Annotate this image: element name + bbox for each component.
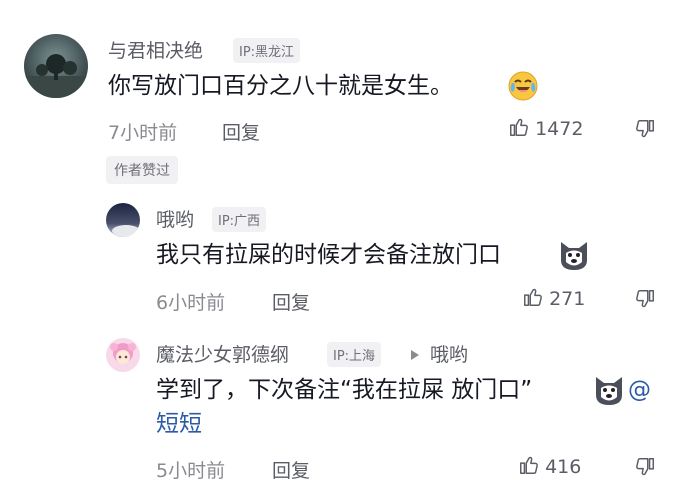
husky-dog-emoji — [557, 238, 591, 272]
avatar[interactable] — [24, 34, 88, 98]
like-count: 1472 — [535, 118, 584, 140]
crying-laughing-emoji — [507, 70, 539, 102]
thumb-down-icon — [634, 118, 656, 144]
comment-text-body: 你写放门口百分之八十就是女生。 — [108, 73, 453, 99]
reply-button[interactable]: 回复 — [222, 118, 260, 145]
thumb-down-icon — [634, 456, 656, 482]
comment-text: 学到了，下次备注“我在拉屎 放门口” — [156, 377, 533, 403]
like-button[interactable]: 1472 — [508, 116, 583, 142]
dislike-button[interactable] — [634, 118, 656, 144]
timestamp: 6小时前 — [156, 292, 226, 314]
like-count: 416 — [545, 456, 582, 478]
like-count: 271 — [549, 288, 586, 310]
username[interactable]: 魔法少女郭德纲 — [156, 340, 289, 367]
timestamp: 5小时前 — [156, 460, 226, 482]
thumb-up-icon — [522, 286, 544, 312]
thumb-up-icon — [508, 116, 530, 142]
avatar[interactable] — [106, 338, 140, 372]
dislike-button[interactable] — [634, 288, 656, 314]
comment-text: 你写放门口百分之八十就是女生。 — [108, 70, 453, 102]
husky-dog-emoji — [592, 373, 626, 407]
reply-button[interactable]: 回复 — [272, 456, 310, 483]
ip-location-tag: IP:上海 — [327, 342, 382, 367]
like-button[interactable]: 271 — [522, 286, 585, 312]
dislike-button[interactable] — [634, 456, 656, 482]
username[interactable]: 与君相决绝 — [108, 36, 203, 63]
reply-button[interactable]: 回复 — [272, 288, 310, 315]
reply-to-username[interactable]: 哦哟 — [430, 340, 468, 367]
timestamp: 7小时前 — [108, 122, 178, 144]
ip-location-tag: IP:广西 — [212, 207, 267, 232]
mention-at[interactable]: @ — [628, 374, 651, 406]
author-liked-tag: 作者赞过 — [106, 156, 178, 184]
reply-arrow-icon — [410, 346, 420, 365]
avatar[interactable] — [106, 203, 140, 237]
thumb-up-icon — [518, 454, 540, 480]
ip-location-tag: IP:黑龙江 — [233, 38, 301, 63]
comment-text: 我只有拉屎的时候才会备注放门口 — [156, 242, 501, 268]
like-button[interactable]: 416 — [518, 454, 581, 480]
username[interactable]: 哦哟 — [156, 205, 194, 232]
mention-link[interactable]: 短短 — [156, 408, 202, 440]
thumb-down-icon — [634, 288, 656, 314]
